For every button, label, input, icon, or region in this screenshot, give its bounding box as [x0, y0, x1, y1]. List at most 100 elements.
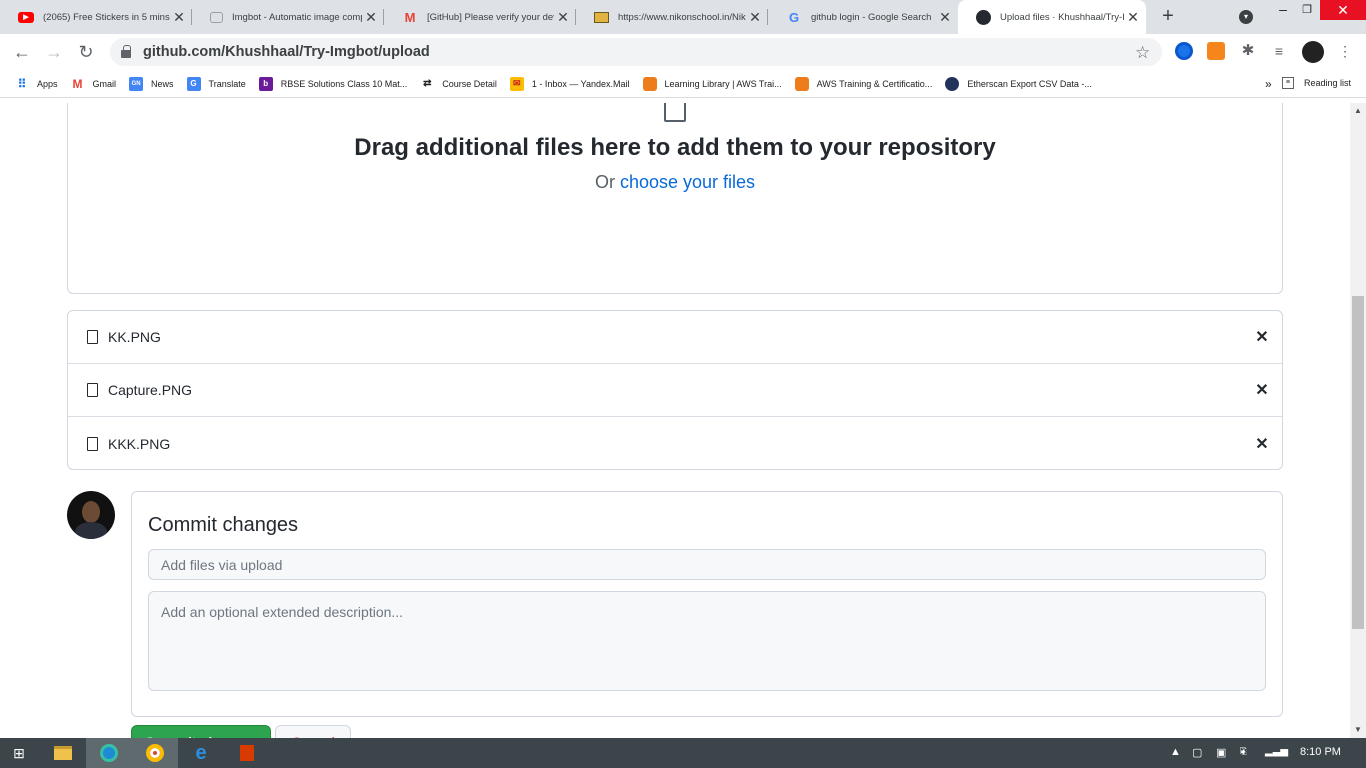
or-text: Or — [594, 172, 615, 192]
close-icon[interactable]: ✕ — [746, 9, 764, 26]
volume-icon[interactable]: 🔈︎ — [1241, 746, 1248, 759]
close-icon[interactable]: ✕ — [1124, 9, 1142, 26]
commit-changes-button[interactable]: Commit changes — [131, 725, 271, 738]
user-avatar[interactable] — [67, 491, 115, 539]
scroll-up-arrow-icon[interactable]: ▲ — [1350, 103, 1366, 119]
bookmark-gmail[interactable]: M Gmail — [71, 77, 117, 91]
bookmark-label: Learning Library | AWS Trai... — [664, 78, 782, 89]
mail-icon: ✉ — [509, 76, 524, 91]
remove-file-icon[interactable]: ✕ — [1242, 327, 1282, 347]
bookmark-translate[interactable]: G Translate — [186, 76, 246, 91]
bookmark-yandex-mail[interactable]: ✉ 1 - Inbox — Yandex.Mail — [509, 76, 630, 91]
network-error-icon[interactable]: ▢ — [1192, 746, 1202, 759]
page-content: Drag additional files here to add them t… — [0, 103, 1350, 738]
avatar-face — [82, 501, 100, 523]
cancel-button[interactable]: Cancel — [275, 725, 351, 738]
bookmark-star-icon[interactable]: ☆ — [1135, 43, 1150, 63]
file-explorer-icon[interactable] — [40, 738, 86, 768]
minimize-button[interactable]: – — [1272, 0, 1294, 26]
tab-title: Upload files · Khushhaal/Try-Img — [1000, 11, 1124, 23]
new-tab-button[interactable]: + — [1158, 6, 1178, 26]
file-upload-icon — [664, 103, 686, 122]
bookmark-rbse[interactable]: b RBSE Solutions Class 10 Mat... — [258, 76, 408, 91]
tab-gmail[interactable]: M [GitHub] Please verify your device ✕ — [384, 0, 576, 34]
github-icon — [976, 9, 991, 25]
taskbar-clock[interactable]: 8:10 PM — [1300, 746, 1341, 758]
course-icon: ⇄ — [423, 78, 432, 89]
bookmark-news[interactable]: GN News — [129, 76, 174, 91]
file-row: Capture.PNG ✕ — [68, 364, 1282, 417]
scrollbar-thumb[interactable] — [1352, 296, 1364, 629]
wifi-signal-icon[interactable]: ▂▃▅ — [1265, 746, 1288, 757]
tab-google-search[interactable]: G github login - Google Search ✕ — [768, 0, 958, 34]
youtube-icon: ▶ — [18, 11, 34, 23]
bookmark-label: RBSE Solutions Class 10 Mat... — [280, 78, 408, 89]
bookmarks-overflow-icon[interactable]: » — [1265, 77, 1272, 91]
reading-list-icon: ≡ — [1281, 77, 1294, 89]
tab-imgbot[interactable]: Imgbot - Automatic image compr ✕ — [192, 0, 384, 34]
etherscan-icon — [945, 76, 960, 91]
bookmark-aws-training[interactable]: AWS Training & Certificatio... — [794, 76, 933, 91]
edge-icon[interactable] — [86, 738, 132, 768]
file-row: KK.PNG ✕ — [68, 311, 1282, 364]
gmail-icon: M — [404, 9, 416, 25]
tray-show-hidden-icon[interactable]: ▲ — [1170, 746, 1181, 758]
tab-upload-files[interactable]: Upload files · Khushhaal/Try-Img ✕ — [958, 0, 1146, 34]
bookmark-aws-learning[interactable]: Learning Library | AWS Trai... — [642, 76, 782, 91]
reading-list-label: Reading list — [1303, 78, 1351, 88]
close-icon[interactable]: ✕ — [170, 9, 188, 26]
chrome-icon[interactable] — [132, 738, 178, 768]
close-icon[interactable]: ✕ — [362, 9, 380, 26]
tab-title: Imgbot - Automatic image compr — [232, 11, 362, 23]
back-button[interactable]: ← — [12, 42, 32, 62]
tab-nikonschool[interactable]: https://www.nikonschool.in/Nik ✕ — [576, 0, 768, 34]
tab-title: (2065) Free Stickers in 5 mins | Ge — [43, 11, 170, 23]
gmail-icon: M — [72, 76, 83, 91]
extensions-puzzle-icon[interactable]: ✱ — [1239, 42, 1257, 60]
bookmark-apps[interactable]: ⠿ Apps — [15, 77, 58, 91]
tab-search-icon[interactable]: ▾ — [1236, 0, 1256, 34]
commit-description-textarea[interactable] — [148, 591, 1266, 691]
extension-blue-icon[interactable] — [1175, 42, 1193, 60]
reload-button[interactable]: ↻ — [76, 42, 96, 62]
commit-summary-input[interactable] — [148, 549, 1266, 580]
url-text: github.com/Khushhaal/Try-Imgbot/upload — [143, 44, 430, 60]
choose-files-link[interactable]: choose your files — [620, 172, 755, 192]
bookmark-etherscan[interactable]: Etherscan Export CSV Data -... — [945, 76, 1092, 91]
bookmark-label: Etherscan Export CSV Data -... — [967, 78, 1092, 89]
file-name: KKK.PNG — [108, 435, 171, 452]
url-host: github.com — [143, 44, 222, 60]
reading-list-button[interactable]: ≡ Reading list — [1281, 77, 1351, 89]
bookmark-label: AWS Training & Certificatio... — [816, 78, 933, 89]
browser-menu-icon[interactable]: ⋮ — [1336, 42, 1354, 60]
page-scrollbar[interactable]: ▲ ▼ — [1350, 103, 1366, 738]
aws-icon — [794, 76, 809, 91]
bookmark-course-detail[interactable]: ⇄ Course Detail — [420, 77, 497, 91]
address-bar[interactable]: github.com/Khushhaal/Try-Imgbot/upload — [110, 38, 1162, 66]
lock-icon[interactable] — [121, 45, 131, 58]
file-icon — [87, 330, 98, 344]
media-control-icon[interactable]: ≡ — [1270, 42, 1288, 60]
avatar-body — [75, 522, 107, 539]
upload-dropzone[interactable]: Drag additional files here to add them t… — [67, 103, 1283, 294]
windows-start-icon[interactable]: ⊞ — [0, 738, 38, 768]
close-icon[interactable]: ✕ — [936, 9, 954, 26]
drag-title: Drag additional files here to add them t… — [354, 134, 996, 161]
tab-youtube[interactable]: ▶ (2065) Free Stickers in 5 mins | Ge ✕ — [0, 0, 192, 34]
profile-avatar[interactable] — [1302, 41, 1324, 63]
forward-button[interactable]: → — [44, 42, 64, 62]
scroll-down-arrow-icon[interactable]: ▼ — [1350, 722, 1366, 738]
close-icon[interactable]: ✕ — [554, 9, 572, 26]
remove-file-icon[interactable]: ✕ — [1242, 380, 1282, 400]
tab-title: [GitHub] Please verify your device — [427, 11, 554, 23]
bookmark-label: Gmail — [92, 78, 117, 89]
window-close-button[interactable]: ✕ — [1320, 0, 1366, 20]
aws-icon — [642, 76, 657, 91]
tray-app-icon[interactable]: ▣ — [1216, 746, 1226, 759]
internet-explorer-icon[interactable]: e — [178, 738, 224, 768]
metamask-icon[interactable] — [1207, 42, 1225, 60]
bookmark-label: 1 - Inbox — Yandex.Mail — [531, 78, 630, 89]
office-icon[interactable] — [224, 738, 270, 768]
restore-button[interactable]: ❐ — [1296, 0, 1318, 26]
remove-file-icon[interactable]: ✕ — [1242, 434, 1282, 454]
